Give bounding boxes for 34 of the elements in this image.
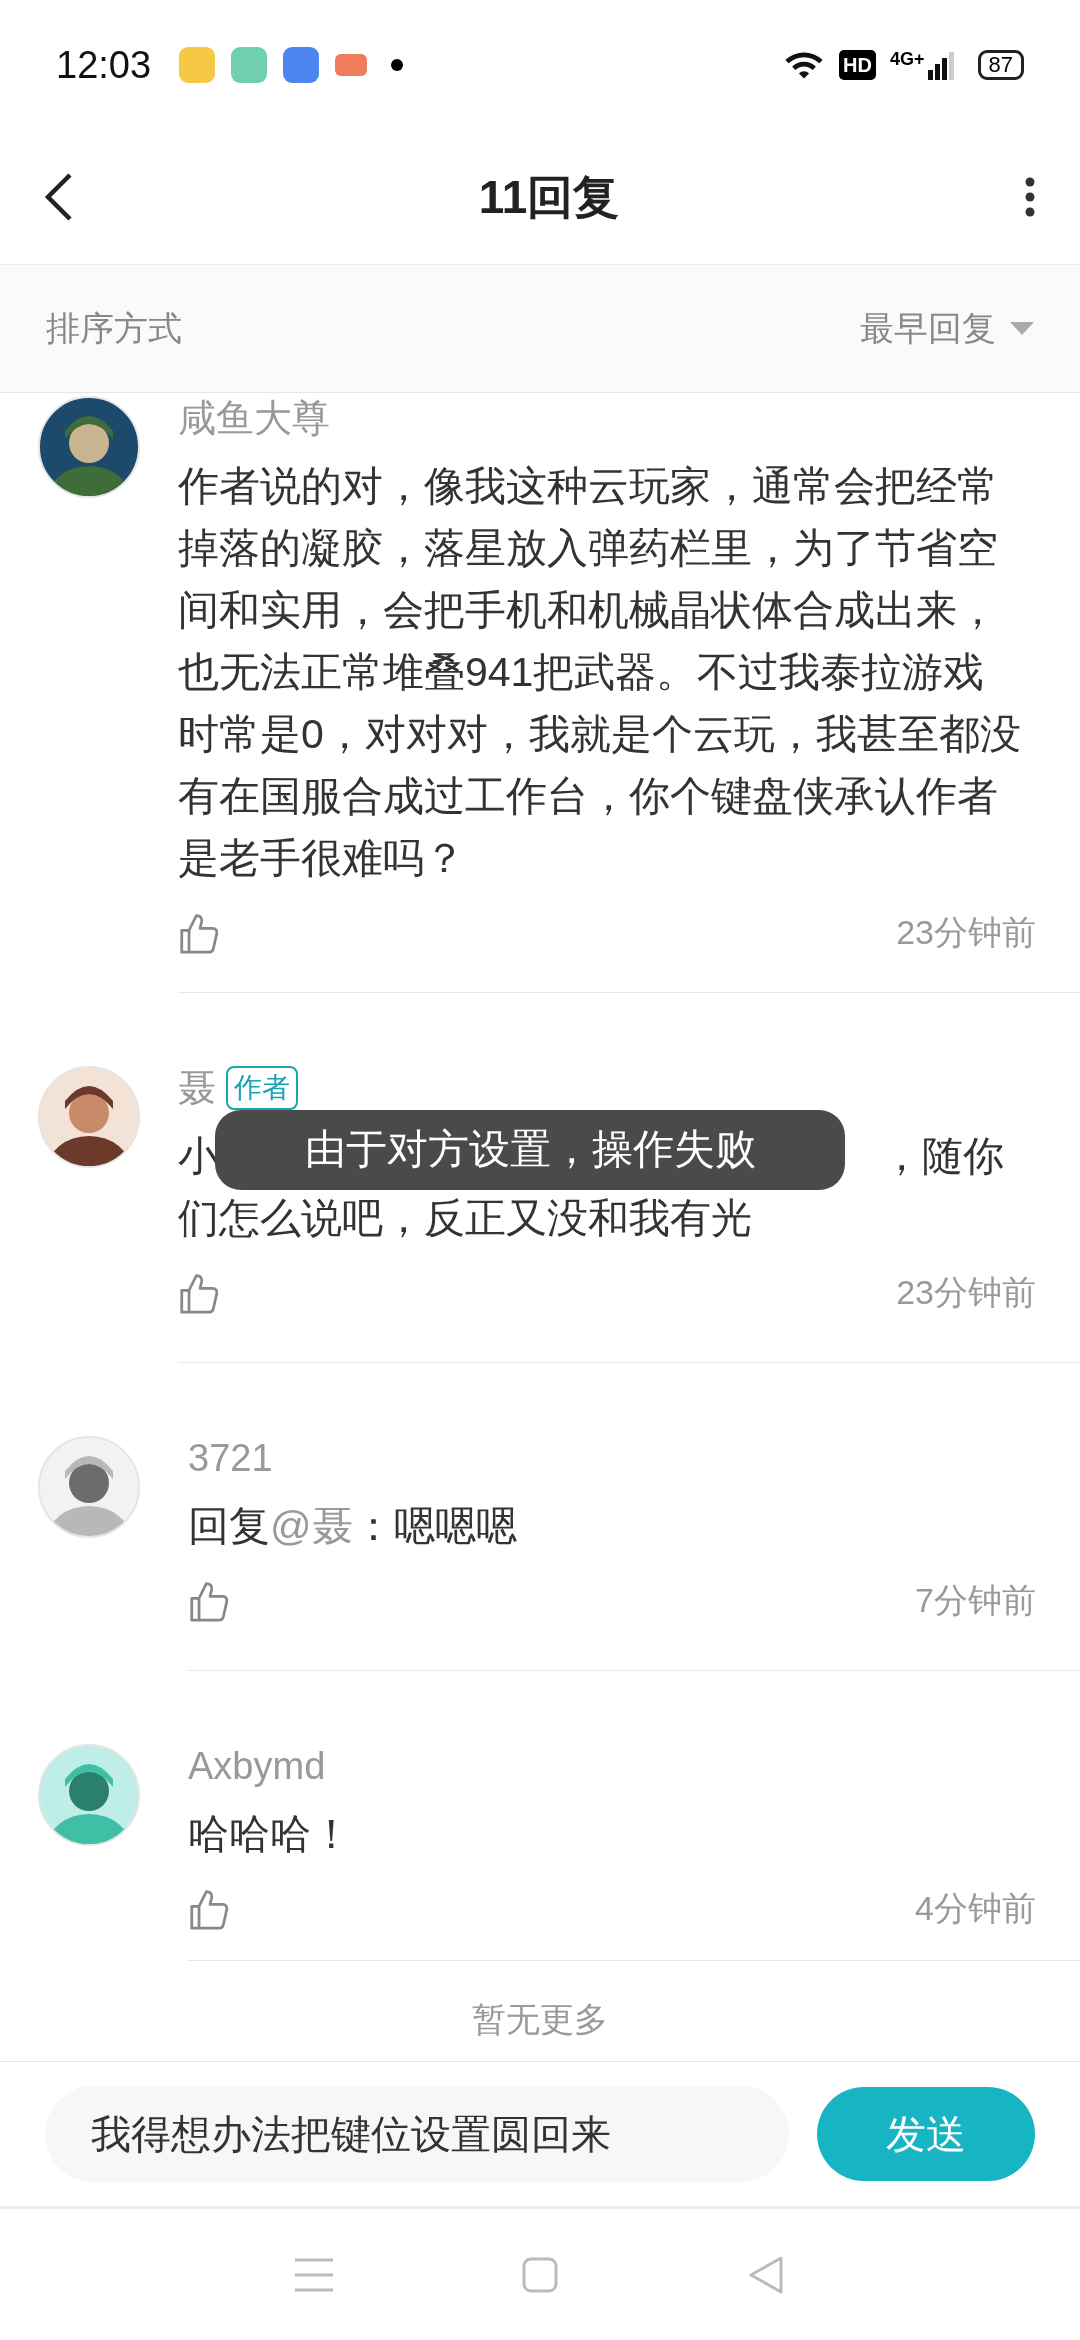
comment-time: 23分钟前 (896, 912, 1036, 953)
reply-input[interactable]: 我得想办法把键位设置圆回来 (45, 2086, 790, 2182)
signal-icon (927, 50, 954, 80)
sort-label: 排序方式 (46, 308, 182, 349)
send-button[interactable]: 发送 (817, 2087, 1035, 2181)
caret-icon (1010, 321, 1034, 336)
menu-icon[interactable] (294, 2257, 333, 2292)
sort-dropdown[interactable]: 最早回复 (860, 303, 1034, 354)
comment-time: 7分钟前 (915, 1580, 1036, 1621)
user-name[interactable]: 咸鱼大尊 (178, 393, 330, 447)
more-icon[interactable] (1024, 177, 1036, 217)
comment-text: 哈哈哈！ (188, 1810, 353, 1859)
back-icon[interactable] (44, 172, 74, 222)
comment-text: ，随你 (881, 1132, 1004, 1181)
app-icon (231, 47, 268, 83)
back-nav-icon[interactable] (747, 2254, 786, 2295)
network-type: 4G+ (890, 50, 925, 68)
battery-icon: 87 (977, 50, 1024, 80)
comment-text: 作者说的对，像我这种云玩家，通常会把经常掉落的凝胶，落星放入弹药栏里，为了节省空间和实用，会把手机和机械晶状体合成出来，也无法正常堆叠941把武器。不过我泰拉游戏时常是0，对对对，我就是个云玩，我甚至都没有在国服合成过工作台，你个键盘侠承认作者是老手很难吗？ (178, 462, 1022, 883)
status-time: 12:03 (56, 42, 152, 88)
end-note: 暂无更多 (472, 1999, 608, 2039)
home-icon[interactable] (522, 2256, 558, 2293)
page-title: 11回复 (478, 169, 620, 225)
comment-text: 们怎么说吧，反正又没和我有光 (178, 1194, 753, 1243)
user-name[interactable]: Axbymd (188, 1737, 326, 1795)
comment-time: 4分钟前 (915, 1888, 1036, 1929)
app-icon (179, 47, 216, 83)
user-name[interactable]: 聂 (178, 1059, 216, 1117)
user-name[interactable]: 3721 (188, 1429, 273, 1487)
comment-text: 回复@聂：嗯嗯嗯 (188, 1502, 518, 1551)
toast: 由于对方设置，操作失败 (215, 1110, 845, 1190)
comment-time: 23分钟前 (896, 1272, 1036, 1313)
hd-badge: HD (839, 50, 876, 80)
app-icon (283, 47, 320, 83)
